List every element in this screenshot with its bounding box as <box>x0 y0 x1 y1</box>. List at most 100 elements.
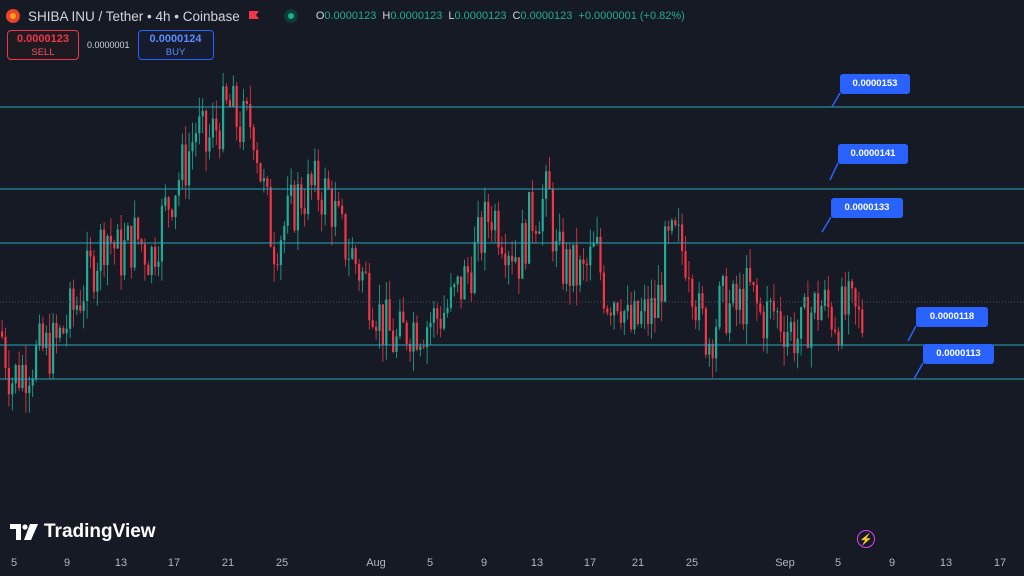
symbol-header[interactable]: SHIBA INU / Tether • 4h • Coinbase O0.00… <box>6 6 685 26</box>
candle-body <box>579 259 582 286</box>
candle-body <box>103 229 106 266</box>
candle-body <box>160 205 163 262</box>
candle-body <box>38 323 41 346</box>
candle-body <box>143 244 146 265</box>
buy-button[interactable]: 0.0000124 BUY <box>137 30 214 60</box>
candle-body <box>677 224 680 226</box>
candle-body <box>351 248 354 259</box>
candle-body <box>861 309 864 334</box>
candle-body <box>589 246 592 266</box>
candle-body <box>477 217 480 243</box>
change-value: +0.0000001 (+0.82%) <box>578 10 685 22</box>
candle-body <box>96 270 99 292</box>
candle-body <box>449 287 452 308</box>
candle-body <box>52 322 55 374</box>
candle-body <box>324 178 327 215</box>
candle-body <box>171 209 174 217</box>
lightning-icon[interactable]: ⚡ <box>857 530 875 548</box>
candle-body <box>752 282 755 285</box>
level-tag-2[interactable]: 0.0000141 <box>838 144 908 164</box>
candle-body <box>565 249 568 284</box>
candle-body <box>174 195 177 217</box>
symbol-title[interactable]: SHIBA INU / Tether • 4h • Coinbase <box>28 9 240 24</box>
candle-body <box>41 323 44 349</box>
tradingview-watermark[interactable]: TradingView <box>10 521 156 543</box>
candle-body <box>453 284 456 288</box>
candle-body <box>487 201 490 223</box>
flag-icon[interactable] <box>248 10 260 22</box>
ohlc-values: O0.0000123 H0.0000123 L0.0000123 C0.0000… <box>316 10 685 22</box>
candle-body <box>596 236 599 244</box>
candle-body <box>303 208 306 215</box>
shiba-inu-coin-icon <box>6 9 20 23</box>
x-tick: 17 <box>167 557 181 569</box>
level-tag-5[interactable]: 0.0000113 <box>923 344 994 364</box>
candle-body <box>307 174 310 215</box>
x-tick: 25 <box>275 557 289 569</box>
candle-body <box>721 276 724 286</box>
candle-body <box>521 223 524 279</box>
candle-body <box>317 160 320 200</box>
candle-body <box>494 210 497 231</box>
candle-body <box>256 150 259 164</box>
candle-body <box>854 288 857 307</box>
x-tick: 25 <box>685 557 699 569</box>
candle-body <box>188 151 191 186</box>
x-tick: 17 <box>993 557 1007 569</box>
candle-body <box>725 276 728 333</box>
candle-body <box>609 312 612 316</box>
candle-body <box>215 118 218 131</box>
candle-body <box>460 276 463 300</box>
candle-body <box>222 86 225 150</box>
candle-body <box>415 322 418 350</box>
candle-body <box>48 332 51 374</box>
candle-body <box>116 229 119 249</box>
candle-body <box>392 330 395 352</box>
candle-body <box>749 268 752 283</box>
candle-body <box>806 296 809 348</box>
candle-body <box>500 247 503 254</box>
time-axis[interactable]: 5 9 13 17 21 25 Aug 5 9 13 17 21 25 Sep … <box>0 557 1024 573</box>
candle-body <box>439 318 442 329</box>
candle-body <box>126 225 129 241</box>
candle-body <box>551 188 554 252</box>
candle-body <box>660 284 663 302</box>
candle-body <box>759 303 762 312</box>
candle-body <box>11 383 14 395</box>
level-tag-4[interactable]: 0.0000118 <box>916 307 988 327</box>
candle-body <box>330 188 333 227</box>
level-tag-1[interactable]: 0.0000153 <box>840 74 910 94</box>
spread-value: 0.0000001 <box>87 40 130 50</box>
candle-body <box>86 250 89 302</box>
candle-body <box>466 266 469 273</box>
candle-body <box>347 258 350 260</box>
candle-body <box>1 331 4 337</box>
buy-label: BUY <box>165 47 186 58</box>
candle-body <box>198 116 201 134</box>
candle-body <box>109 235 112 243</box>
level-tag-3[interactable]: 0.0000133 <box>831 198 903 218</box>
candle-body <box>150 246 153 276</box>
candle-body <box>89 250 92 257</box>
candle-body <box>511 255 514 262</box>
candle-body <box>599 236 602 273</box>
candle-body <box>75 305 78 310</box>
candle-body <box>827 289 830 307</box>
market-status-icon[interactable] <box>283 9 298 23</box>
candle-body <box>371 320 374 327</box>
candle-body <box>813 293 816 313</box>
candle-body <box>154 246 157 267</box>
x-tick: 21 <box>221 557 235 569</box>
sell-button[interactable]: 0.0000123 SELL <box>7 30 79 60</box>
candle-body <box>718 285 721 328</box>
candle-body <box>296 184 299 231</box>
candle-body <box>735 283 738 310</box>
candle-body <box>562 231 565 284</box>
candle-body <box>313 160 316 186</box>
candle-body <box>31 378 34 386</box>
candle-body <box>623 311 626 323</box>
x-tick: Aug <box>366 557 386 569</box>
candle-body <box>35 345 38 379</box>
candle-body <box>575 244 578 286</box>
candle-body <box>385 299 388 345</box>
